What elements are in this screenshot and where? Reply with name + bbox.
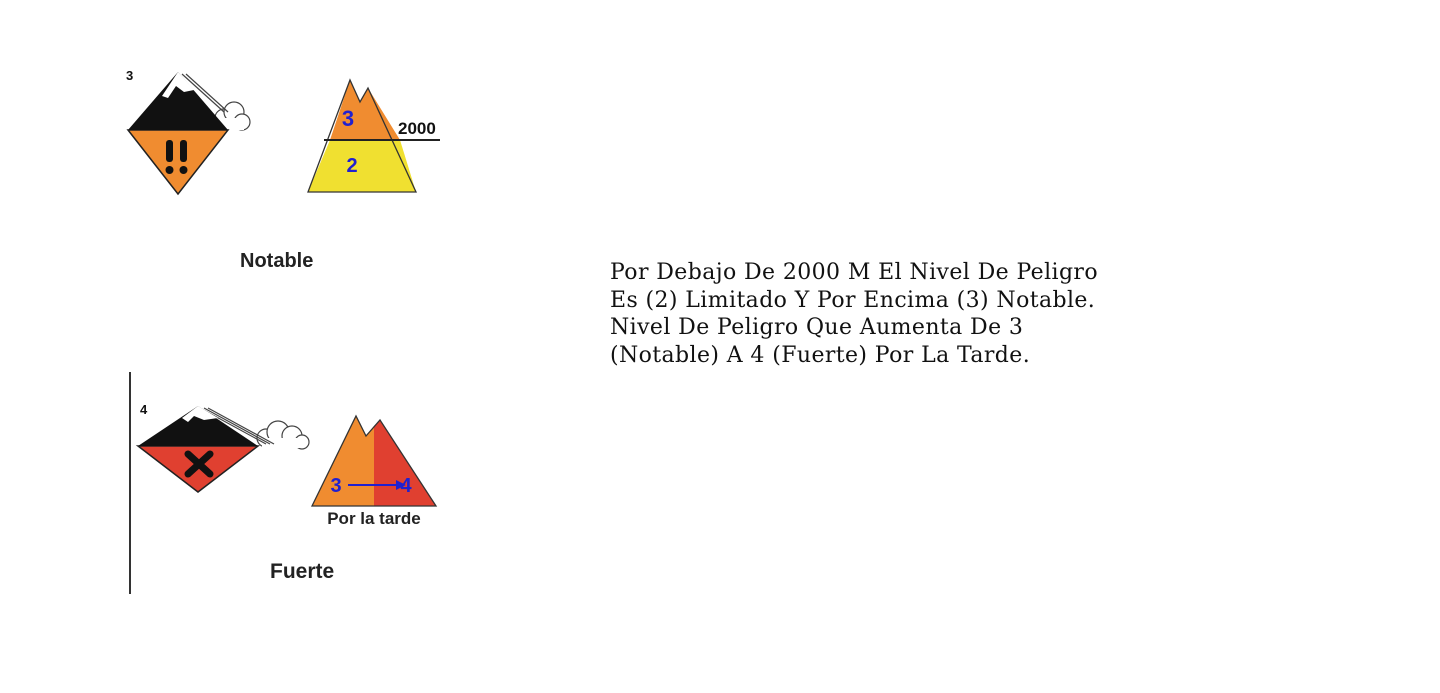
left-zone	[312, 416, 374, 506]
timing-label: Por la tarde	[327, 509, 421, 528]
upper-level-number: 3	[342, 106, 354, 131]
caption-notable: Notable	[240, 250, 314, 272]
description-line: Es (2) Limitado Y Por Encima (3) Notable…	[610, 287, 1096, 313]
cloud-icon	[256, 420, 310, 450]
avalanche-danger-icon-fuerte	[135, 406, 310, 493]
avalanche-danger-icon-notable	[126, 72, 251, 196]
danger-level-fuerte-panel: 4 3 4 Por la tarde Fuerte	[118, 368, 458, 598]
danger-description: Por Debajo De 2000 M El Nivel De Peligro…	[610, 259, 1250, 369]
divider	[129, 372, 131, 594]
caption-fuerte: Fuerte	[270, 560, 335, 583]
description-line: Nivel De Peligro Que Aumenta De 3	[610, 315, 1024, 340]
danger-level-notable-panel: 3 3 2 2000 Notable	[118, 60, 458, 280]
altitude-danger-diagram: 3 2 2000	[307, 78, 440, 193]
from-level-number: 3	[330, 475, 341, 497]
upper-zone	[330, 80, 400, 140]
altitude-label: 2000	[398, 119, 436, 138]
to-level-number: 4	[400, 475, 412, 497]
diamond-bottom	[126, 129, 230, 196]
lower-level-number: 2	[346, 155, 357, 177]
time-danger-diagram: 3 4 Por la tarde	[310, 414, 438, 528]
description-line: (Notable) A 4 (Fuerte) Por La Tarde.	[610, 342, 1031, 368]
description-line: Por Debajo De 2000 M El Nivel De Peligro	[610, 260, 1098, 285]
